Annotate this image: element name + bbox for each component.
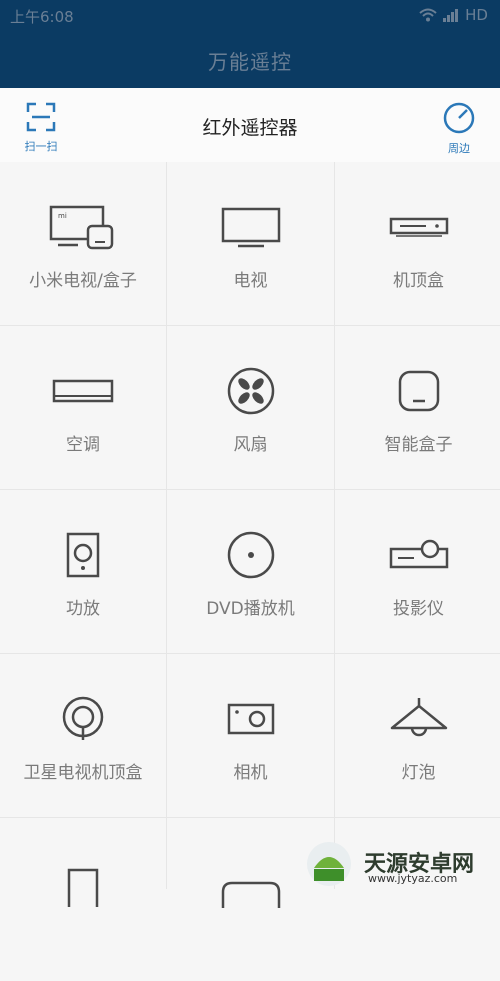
device-air-conditioner[interactable]: 空调 [0, 326, 166, 489]
device-camera[interactable]: 相机 [167, 654, 334, 817]
watermark: 天源安卓网 www.jytyaz.com [300, 834, 500, 889]
device-label: 相机 [233, 763, 268, 783]
lamp-icon [390, 698, 447, 737]
mi-tv-box-icon: mi [49, 205, 114, 250]
device-label: 灯泡 [401, 763, 436, 783]
device-label: 风扇 [233, 435, 268, 455]
page-title: 红外遥控器 [202, 117, 298, 139]
device-mi-tv-box[interactable]: mi 小米电视/盒子 [0, 162, 166, 325]
device-label: DVD播放机 [206, 599, 295, 619]
smart-box-icon [398, 370, 439, 412]
device-satellite[interactable]: 卫星电视机顶盒 [0, 654, 166, 817]
satellite-icon [62, 696, 104, 740]
android-logo-icon [307, 841, 351, 886]
device-label: 卫星电视机顶盒 [23, 763, 143, 783]
camera-icon [227, 703, 274, 735]
nearby-button[interactable]: 周边 [436, 102, 482, 155]
projector-icon [389, 539, 448, 569]
device-partial-1[interactable] [0, 818, 166, 981]
device-label: 功放 [66, 599, 100, 619]
svg-text:mi: mi [58, 212, 67, 220]
device-set-top-box[interactable]: 机顶盒 [335, 162, 500, 325]
air-conditioner-icon [52, 379, 114, 403]
device-label: 智能盒子 [384, 435, 453, 455]
scan-label: 扫一扫 [24, 140, 58, 153]
fan-icon [227, 367, 274, 415]
wifi-icon [419, 8, 437, 22]
signal-icon [443, 9, 459, 22]
device-label: 投影仪 [393, 599, 444, 619]
device-projector[interactable]: 投影仪 [335, 490, 500, 653]
nearby-label: 周边 [448, 142, 470, 155]
dvd-icon [227, 531, 274, 579]
app-header: 上午6:08 HD 万能遥控 [0, 0, 500, 88]
box-icon [221, 881, 280, 908]
phone-icon [67, 868, 99, 907]
device-label: 电视 [233, 271, 268, 291]
network-type: HD [465, 6, 488, 24]
status-icons: HD [419, 6, 488, 24]
status-bar: 上午6:08 HD [0, 0, 500, 32]
app-title: 万能遥控 [208, 50, 292, 74]
device-label: 空调 [66, 435, 100, 455]
status-time: 上午6:08 [10, 8, 74, 26]
set-top-box-icon [389, 217, 448, 237]
amplifier-icon [66, 532, 100, 578]
device-smart-box[interactable]: 智能盒子 [335, 326, 500, 489]
watermark-url: www.jytyaz.com [368, 872, 458, 885]
toolbar: 扫一扫 红外遥控器 周边 [0, 88, 500, 163]
device-lamp[interactable]: 灯泡 [335, 654, 500, 817]
device-fan[interactable]: 风扇 [167, 326, 334, 489]
device-dvd[interactable]: DVD播放机 [167, 490, 334, 653]
device-label: 小米电视/盒子 [29, 271, 137, 291]
device-grid: mi 小米电视/盒子 电视 机顶盒 空调 风扇 智能盒子 功放 DVD播放机 投… [0, 162, 500, 981]
device-label: 机顶盒 [393, 271, 444, 291]
device-amplifier[interactable]: 功放 [0, 490, 166, 653]
device-tv[interactable]: 电视 [167, 162, 334, 325]
tv-icon [221, 207, 280, 248]
compass-icon [443, 102, 475, 134]
